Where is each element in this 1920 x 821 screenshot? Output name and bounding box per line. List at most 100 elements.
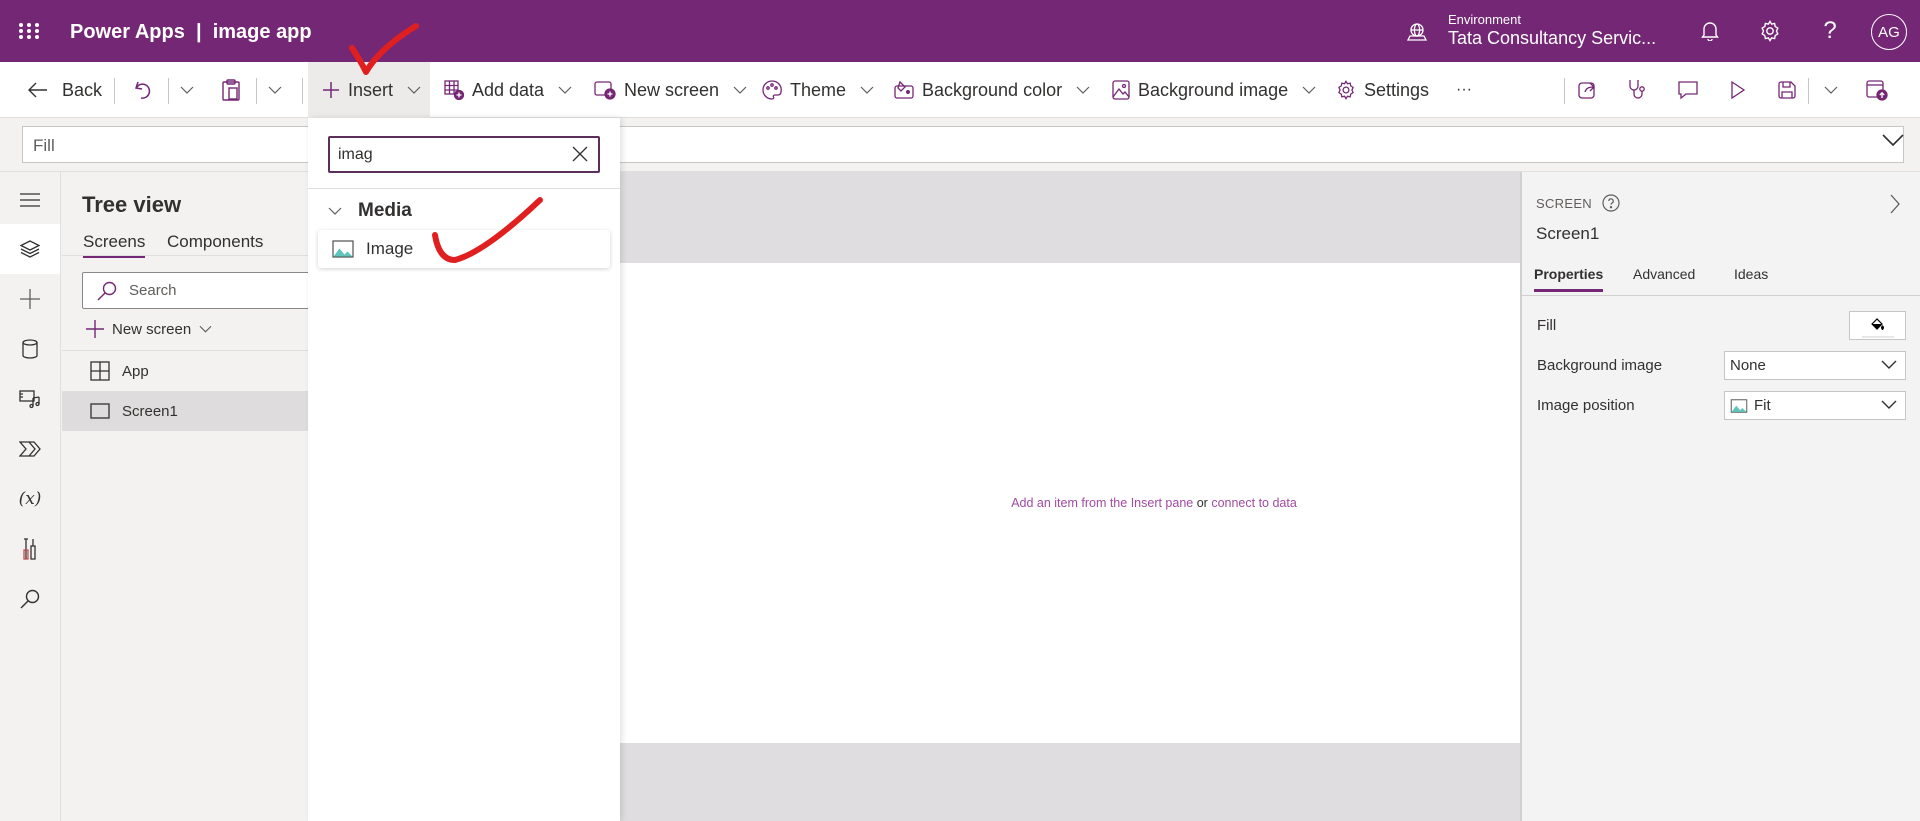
control-type: SCREEN — [1536, 194, 1620, 212]
left-rail: (𝑥) — [0, 172, 61, 821]
theme-button[interactable]: Theme — [762, 62, 874, 118]
background-image-dropdown[interactable]: None — [1724, 351, 1906, 380]
tree-search-input[interactable]: Search — [82, 272, 322, 309]
chevron-down-icon — [199, 325, 212, 333]
more-commands-button[interactable]: ··· — [1456, 62, 1472, 118]
rail-tree-view[interactable] — [0, 224, 60, 274]
control-name[interactable]: Screen1 — [1536, 224, 1599, 244]
tools-icon — [23, 538, 36, 560]
paint-bucket-icon — [1871, 318, 1884, 330]
theme-label: Theme — [790, 79, 847, 100]
paste-options-button[interactable] — [268, 62, 282, 118]
settings-label: Settings — [1364, 79, 1430, 100]
tab-screens[interactable]: Screens — [83, 232, 146, 258]
collapse-panel-button[interactable] — [1890, 194, 1900, 214]
rail-power-automate[interactable] — [0, 424, 60, 474]
media-icon — [19, 390, 40, 409]
tree-view-panel: Tree view Screens Components Search New … — [62, 172, 322, 821]
insert-item-image[interactable]: Image — [318, 230, 610, 268]
database-icon — [22, 339, 38, 359]
save-options-button[interactable] — [1824, 62, 1838, 118]
new-screen-icon — [594, 81, 616, 100]
settings-icon — [1338, 80, 1354, 100]
background-image-button[interactable]: Background image — [1112, 62, 1316, 118]
app-title: Power Apps | image app — [70, 21, 312, 44]
category-media-header[interactable]: Media — [328, 200, 412, 222]
rail-advanced-tools[interactable] — [0, 524, 60, 574]
waffle-icon[interactable] — [18, 22, 40, 40]
add-data-label: Add data — [472, 79, 545, 100]
back-button[interactable]: Back — [28, 62, 102, 118]
image-position-dropdown[interactable]: Fit — [1724, 391, 1906, 420]
chevron-down-icon — [733, 86, 747, 94]
chevron-down-icon — [1302, 86, 1316, 94]
plus-icon — [323, 82, 339, 98]
new-screen-label: New screen — [112, 320, 192, 338]
avatar[interactable]: AG — [1871, 14, 1907, 50]
undo-button[interactable] — [134, 62, 152, 118]
chevron-down-icon — [1881, 360, 1897, 369]
plus-icon — [20, 289, 40, 309]
property-dropdown[interactable]: Fill — [22, 126, 312, 163]
power-automate-icon — [19, 441, 41, 457]
insert-label: Insert — [348, 79, 394, 100]
properties-panel: SCREEN Screen1 Properties Advanced Ideas… — [1520, 172, 1920, 821]
help-circle-icon[interactable] — [1602, 194, 1620, 212]
back-label: Back — [62, 79, 103, 100]
menu-toggle-button[interactable] — [0, 175, 60, 225]
expand-formula-button[interactable] — [1882, 134, 1904, 146]
tree-node-label: App — [122, 362, 149, 380]
tab-components[interactable]: Components — [167, 232, 263, 256]
environment-icon[interactable] — [1406, 22, 1428, 42]
rail-search[interactable] — [0, 574, 60, 624]
clipboard-icon — [222, 79, 240, 101]
background-color-button[interactable]: Background color — [894, 62, 1090, 118]
chevron-down-icon — [407, 86, 421, 94]
rail-media[interactable] — [0, 374, 60, 424]
preview-button[interactable] — [1730, 62, 1746, 118]
category-label: Media — [358, 200, 412, 221]
fill-color-picker[interactable] — [1849, 311, 1906, 340]
clear-search-button[interactable] — [572, 146, 588, 162]
tree-view-title: Tree view — [82, 192, 182, 217]
chevron-down-icon — [180, 86, 194, 94]
comments-button[interactable] — [1677, 62, 1699, 118]
product-name: Power Apps — [70, 21, 185, 43]
tab-ideas[interactable]: Ideas — [1734, 266, 1768, 289]
rail-data[interactable] — [0, 324, 60, 374]
paste-button[interactable] — [222, 62, 240, 118]
share-button[interactable] — [1578, 62, 1598, 118]
undo-options-button[interactable] — [180, 62, 194, 118]
rail-variables[interactable]: (𝑥) — [0, 474, 60, 524]
help-button[interactable]: ? — [1815, 16, 1845, 46]
tree-node-app[interactable]: App — [62, 351, 309, 391]
publish-button[interactable] — [1866, 62, 1888, 118]
tab-properties[interactable]: Properties — [1534, 266, 1604, 292]
tree-new-screen-button[interactable]: New screen — [86, 320, 212, 338]
insert-button[interactable]: Insert — [308, 62, 430, 118]
environment-picker[interactable]: Tata Consultancy Servic... — [1448, 28, 1656, 49]
tree-node-screen1[interactable]: Screen1 — [62, 391, 309, 431]
tab-advanced[interactable]: Advanced — [1633, 266, 1695, 289]
new-screen-label: New screen — [624, 79, 720, 100]
publish-icon — [1866, 80, 1888, 101]
save-button[interactable] — [1778, 62, 1796, 118]
app-checker-button[interactable] — [1628, 62, 1648, 118]
chevron-down-icon — [1076, 86, 1090, 94]
settings-command-button[interactable]: Settings — [1336, 62, 1429, 118]
rail-insert[interactable] — [0, 274, 60, 324]
settings-button[interactable] — [1755, 16, 1785, 46]
insert-search-box[interactable] — [328, 136, 600, 173]
properties-tabs: Properties Advanced Ideas — [1522, 264, 1920, 296]
add-data-button[interactable]: Add data — [444, 62, 572, 118]
insert-search-input[interactable] — [338, 144, 558, 166]
connect-to-data-link[interactable]: connect to data — [1211, 496, 1296, 510]
fill-color-swatch — [1862, 336, 1894, 338]
background-image-label: Background image — [1138, 79, 1289, 100]
new-screen-button[interactable]: New screen — [594, 62, 747, 118]
app-icon — [90, 361, 110, 381]
notifications-button[interactable] — [1695, 16, 1725, 46]
divider — [114, 78, 115, 104]
paint-bucket-icon — [894, 80, 914, 99]
layers-icon — [20, 240, 40, 258]
